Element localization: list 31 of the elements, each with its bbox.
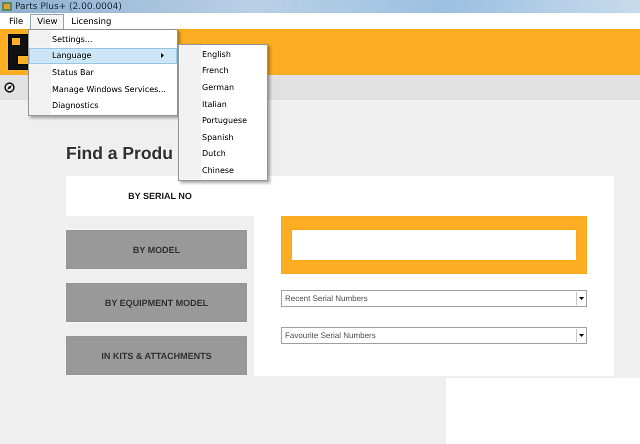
menu-item[interactable]: File bbox=[2, 14, 30, 28]
menu-entry[interactable]: Chinese bbox=[179, 162, 267, 179]
menu-entry[interactable]: Diagnostics bbox=[29, 97, 177, 114]
menu-entry[interactable]: German bbox=[179, 79, 267, 96]
serial-field[interactable] bbox=[281, 216, 587, 274]
submenu-arrow-icon bbox=[161, 53, 164, 58]
search-tab[interactable]: BY SERIAL NO bbox=[66, 176, 254, 216]
menu-entry[interactable]: Status Bar bbox=[29, 64, 177, 81]
menu-entry[interactable]: Language bbox=[29, 48, 177, 64]
search-tab[interactable]: BY MODEL bbox=[66, 230, 247, 269]
app-icon bbox=[2, 2, 12, 11]
menu-entry[interactable]: Dutch bbox=[179, 146, 267, 162]
search-tab[interactable]: IN KITS & ATTACHMENTS bbox=[66, 336, 247, 375]
window-title: Parts Plus+ (2.00.0004) bbox=[15, 2, 122, 12]
logo-icon bbox=[8, 34, 30, 70]
menu-entry[interactable]: English bbox=[179, 46, 267, 63]
menu-entry[interactable]: Portuguese bbox=[179, 112, 267, 129]
caret-icon bbox=[579, 297, 584, 300]
menu-entry[interactable]: French bbox=[179, 62, 267, 80]
menu-entry[interactable]: Italian bbox=[179, 96, 267, 112]
compass-icon[interactable] bbox=[4, 82, 15, 93]
caret-icon bbox=[579, 334, 584, 337]
page-heading: Find a Produ bbox=[66, 142, 173, 164]
menu-item[interactable]: Licensing bbox=[64, 14, 118, 28]
menu-item[interactable]: View bbox=[30, 14, 64, 28]
menu-entry[interactable]: Settings... bbox=[29, 31, 177, 48]
dropdown[interactable]: Favourite Serial Numbers bbox=[281, 327, 587, 344]
menu-entry[interactable]: Spanish bbox=[179, 128, 267, 146]
search-tab[interactable]: BY EQUIPMENT MODEL bbox=[66, 283, 247, 322]
menu-entry[interactable]: Manage Windows Services... bbox=[29, 80, 177, 98]
dropdown[interactable]: Recent Serial Numbers bbox=[281, 290, 587, 307]
